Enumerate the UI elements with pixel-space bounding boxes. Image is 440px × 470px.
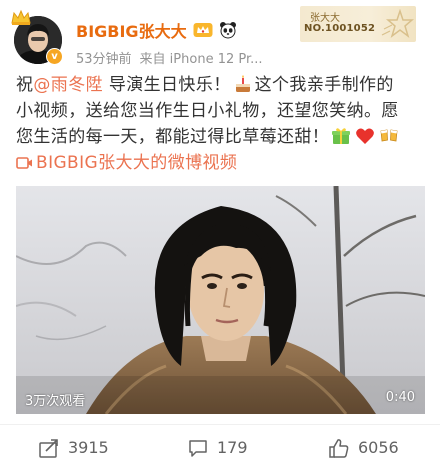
panda-icon[interactable] bbox=[219, 21, 237, 39]
repost-count: 3915 bbox=[68, 438, 109, 457]
gift-emoji-icon bbox=[332, 128, 351, 144]
cheers-emoji-icon bbox=[380, 129, 398, 142]
verified-v-icon: v bbox=[46, 48, 63, 65]
fan-card-name: 张大大 bbox=[310, 13, 340, 24]
video-duration: 0:40 bbox=[385, 390, 415, 405]
fan-card[interactable]: 张大大 NO.1001052 bbox=[300, 6, 416, 42]
user-name[interactable]: BIGBIG张大大 bbox=[76, 18, 187, 42]
post-line-1: 祝@雨冬陞 导演生日快乐！ 这个我亲手制作的 bbox=[16, 72, 432, 98]
video-link[interactable]: BIGBIG张大大的微博视频 bbox=[16, 150, 237, 176]
fan-card-number: NO.1001052 bbox=[304, 23, 376, 34]
video-thumbnail bbox=[16, 186, 425, 414]
post-line-2: 小视频，送给您当作生日小礼物，还望您笑纳。愿 bbox=[16, 101, 399, 121]
video-player[interactable]: 3万次观看 0:40 bbox=[16, 186, 425, 414]
video-link-label: BIGBIG张大大的微博视频 bbox=[36, 153, 238, 173]
repost-icon bbox=[39, 438, 58, 458]
svip-crown-icon[interactable] bbox=[193, 22, 213, 38]
heart-emoji-icon bbox=[356, 128, 375, 144]
post-line-1-suffix: 导演生日快乐！ bbox=[103, 75, 231, 95]
mention-link[interactable]: @雨冬陞 bbox=[33, 75, 103, 95]
action-bar: 3915 179 6056 bbox=[0, 424, 440, 470]
repost-button[interactable]: 3915 bbox=[38, 425, 109, 470]
post-meta: 53分钟前 来自 iPhone 12 Pr... bbox=[76, 48, 263, 67]
post-line-4: BIGBIG张大大的微博视频 bbox=[16, 150, 432, 178]
name-row: BIGBIG张大大 bbox=[76, 18, 237, 42]
like-count: 6056 bbox=[358, 438, 399, 457]
post-content: 祝@雨冬陞 导演生日快乐！ 这个我亲手制作的 小视频，送给您当作生日小礼物，还望… bbox=[16, 72, 432, 178]
fan-star-icon bbox=[381, 9, 414, 38]
post-line-3: 您生活的每一天，都能过得比草莓还甜！ bbox=[16, 124, 432, 150]
post-line-1-rest: 这个我亲手制作的 bbox=[254, 75, 394, 95]
post-source: 来自 iPhone 12 Pr... bbox=[139, 52, 263, 67]
post-time[interactable]: 53分钟前 bbox=[76, 48, 132, 67]
crown-icon bbox=[11, 9, 31, 25]
post-line-3-text: 您生活的每一天，都能过得比草莓还甜！ bbox=[16, 127, 330, 147]
post-line-1-prefix: 祝 bbox=[16, 75, 34, 95]
comment-count: 179 bbox=[217, 438, 248, 457]
comment-icon bbox=[189, 439, 207, 457]
view-count: 3万次观看 bbox=[25, 394, 86, 409]
like-button[interactable]: 6056 bbox=[328, 425, 399, 470]
cake-emoji-icon bbox=[235, 75, 250, 92]
video-link-icon bbox=[16, 157, 32, 169]
comment-button[interactable]: 179 bbox=[187, 425, 248, 470]
like-icon bbox=[329, 438, 349, 458]
